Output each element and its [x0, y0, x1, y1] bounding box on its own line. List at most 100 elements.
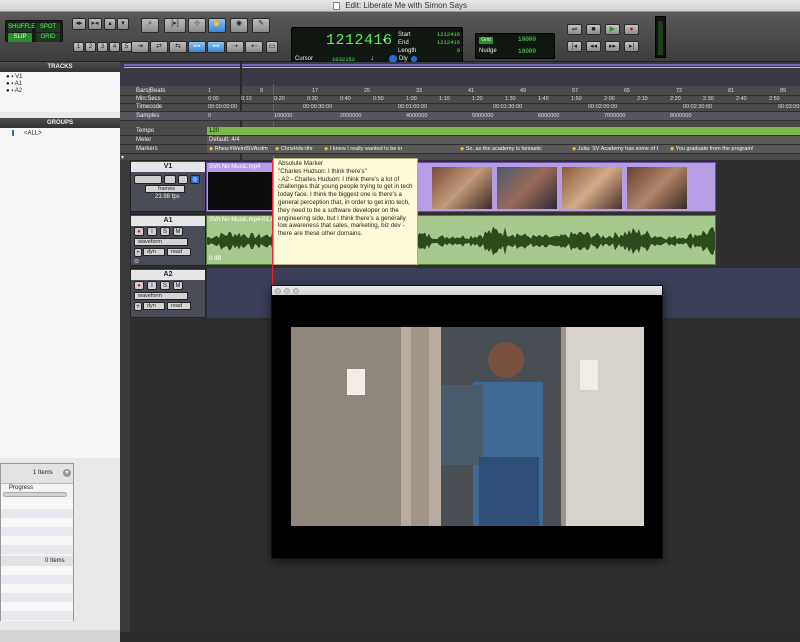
track-list-item-v1[interactable]: ● ▪ V1 [6, 74, 22, 80]
a1-solo-icon[interactable]: S [160, 227, 170, 236]
selection-length-value[interactable]: 0 [432, 47, 460, 55]
video-solo-button[interactable] [178, 175, 188, 184]
selector-tool-icon[interactable]: ⊹ [188, 18, 206, 33]
zoom-preset-2[interactable]: 2 [85, 42, 96, 52]
ruler-tick-samples: 7000000 [604, 113, 626, 119]
link-track-edit-icon[interactable]: ⊶ [188, 41, 206, 53]
link-timeline-icon[interactable]: ⊷ [207, 41, 225, 53]
a1-output-icon[interactable]: ⊙ [134, 258, 139, 265]
marker-5[interactable]: ◆ You graduate from the program! [670, 145, 753, 154]
zoom-preset-3[interactable]: 3 [97, 42, 108, 52]
marker-2[interactable]: ◆ I knew I really wanted to be in [324, 145, 402, 154]
zoom-out-icon[interactable]: ◂▸ [72, 18, 86, 30]
stop-icon[interactable]: ■ [586, 24, 601, 35]
a1-automation-select[interactable]: dyn [143, 248, 165, 256]
track-list-item-a1[interactable]: ● ▪ A1 [6, 81, 22, 87]
marker-3[interactable]: ◆ So, as the academy is fantastic [460, 145, 542, 154]
keyboard-focus-icon[interactable]: ⇠ [245, 41, 263, 53]
a1-expand-icon[interactable]: + [134, 248, 142, 257]
video-record-button[interactable] [164, 175, 176, 184]
vertical-zoom-down-icon[interactable]: ▾ [117, 18, 129, 30]
a2-input-monitor-icon[interactable]: I [147, 281, 157, 290]
a1-view-select[interactable]: waveform [134, 238, 188, 246]
link-selection-icon[interactable]: ⇆ [169, 41, 187, 53]
scrubber-tool-icon[interactable]: ◉ [230, 18, 248, 33]
loop-icon[interactable]: ⇌ [567, 24, 582, 35]
ruler-tick-timecode: 00:00:00:00 [208, 104, 238, 110]
universe-overview[interactable] [120, 62, 800, 86]
zoom-in-icon[interactable]: ▸◂ [88, 18, 102, 30]
tab-to-transients-icon[interactable]: ⇥ [131, 41, 149, 53]
track-name-a1[interactable]: A1 [131, 216, 205, 226]
zoomer-tool-icon[interactable]: ⌕ [141, 18, 159, 33]
selection-end-value[interactable]: 1212416 [432, 39, 460, 47]
marker-1[interactable]: ◆ ChrisHde:ithr [275, 145, 313, 154]
selection-start-value[interactable]: 1212416 [432, 31, 460, 39]
track-options-icon[interactable]: ▾ [121, 154, 124, 161]
spot-mode-button[interactable]: SPOT [36, 23, 60, 32]
play-icon[interactable]: ▶ [605, 24, 620, 35]
task-options-icon[interactable]: ▾ [63, 469, 71, 477]
grid-value[interactable]: 10000 [518, 36, 536, 43]
rewind-icon[interactable]: ◂◂ [586, 41, 601, 52]
shuffle-mode-button[interactable]: SHUFFLE [8, 23, 35, 32]
a1-input-monitor-icon[interactable]: I [147, 227, 157, 236]
pencil-tool-icon[interactable]: ✎ [252, 18, 270, 33]
document-icon [332, 1, 340, 10]
a2-automation-mode[interactable]: read [167, 302, 191, 310]
a1-automation-mode[interactable]: read [167, 248, 191, 256]
mirrored-editing-icon[interactable]: ⇄ [150, 41, 168, 53]
marker-0[interactable]: ◆ Rhea:#WeirdSVAcdm [209, 145, 268, 154]
maximize-icon[interactable] [293, 288, 299, 294]
grabber-tool-icon[interactable]: ✋ [208, 18, 226, 33]
track-list-item-a2[interactable]: ● ▪ A2 [6, 88, 22, 94]
ruler-tick-samples: 6000000 [538, 113, 560, 119]
ruler-tick-timecode: 00:02:30:00 [683, 104, 713, 110]
go-to-end-icon[interactable]: ▸| [624, 41, 639, 52]
a2-mute-icon[interactable]: M [173, 281, 183, 290]
a2-record-icon[interactable]: ● [134, 281, 144, 290]
edit-mode-selector: SHUFFLE SPOT SLIP GRID [5, 20, 63, 42]
record-icon[interactable]: ● [624, 24, 639, 35]
video-playlist-icon[interactable]: ◎ [190, 175, 200, 184]
return-to-zero-icon[interactable]: |◂ [567, 41, 582, 52]
nudge-value[interactable]: 10000 [518, 48, 536, 55]
universe-view-icon[interactable]: ▭ [266, 41, 278, 53]
track-name-a2[interactable]: A2 [131, 270, 205, 280]
marker-4[interactable]: ◆ Julia: SV Academy has some of t [572, 145, 658, 154]
ruler-tick-bars: 89 [780, 88, 787, 94]
video-online-button[interactable] [134, 175, 162, 184]
grid-toggle[interactable]: Grid [479, 37, 493, 44]
zoom-preset-1[interactable]: 1 [73, 42, 84, 52]
vertical-zoom-icon[interactable]: ▴ [104, 18, 116, 30]
grid-mode-button[interactable]: GRID [36, 33, 60, 42]
a2-solo-icon[interactable]: S [160, 281, 170, 290]
zoom-preset-4[interactable]: 4 [109, 42, 120, 52]
ruler-tick-samples: 5000000 [472, 113, 494, 119]
video-window[interactable] [271, 285, 663, 559]
ruler-tick-minsecs: 0:10 [241, 96, 252, 102]
insertion-follows-playback-icon[interactable]: ⇢ [226, 41, 244, 53]
a1-record-icon[interactable]: ● [134, 227, 144, 236]
track-name-v1[interactable]: V1 [131, 162, 205, 172]
fast-forward-icon[interactable]: ▸▸ [605, 41, 620, 52]
v1-format-select[interactable]: frames [145, 185, 185, 193]
a1-mute-icon[interactable]: M [173, 227, 183, 236]
ruler-label: Meter [136, 137, 152, 143]
close-icon[interactable] [275, 288, 281, 294]
trim-tool-icon[interactable]: [▸] [164, 18, 186, 33]
a2-view-select[interactable]: waveform [134, 292, 188, 300]
minimize-icon[interactable] [284, 288, 290, 294]
tracks-list: ● ▪ V1 ● ▪ A1 ● ▪ A2 [0, 72, 120, 112]
video-window-titlebar[interactable] [272, 286, 662, 295]
a2-automation-select[interactable]: dyn [143, 302, 165, 310]
ruler-tick-minsecs: 0:20 [274, 96, 285, 102]
task-manager-window[interactable]: 1 Items ▾ Progress 0 Items [0, 463, 74, 621]
slip-mode-button[interactable]: SLIP [8, 33, 32, 42]
group-item-all[interactable]: <ALL> [12, 130, 42, 137]
a2-expand-icon[interactable]: + [134, 302, 142, 311]
counter-dropdown-icon[interactable]: ▾ [383, 37, 386, 44]
horizontal-scrollbar[interactable] [120, 632, 800, 642]
ruler-tick-samples: 100000 [274, 113, 293, 119]
ruler-tick-timecode: 00:02:00:00 [588, 104, 618, 110]
